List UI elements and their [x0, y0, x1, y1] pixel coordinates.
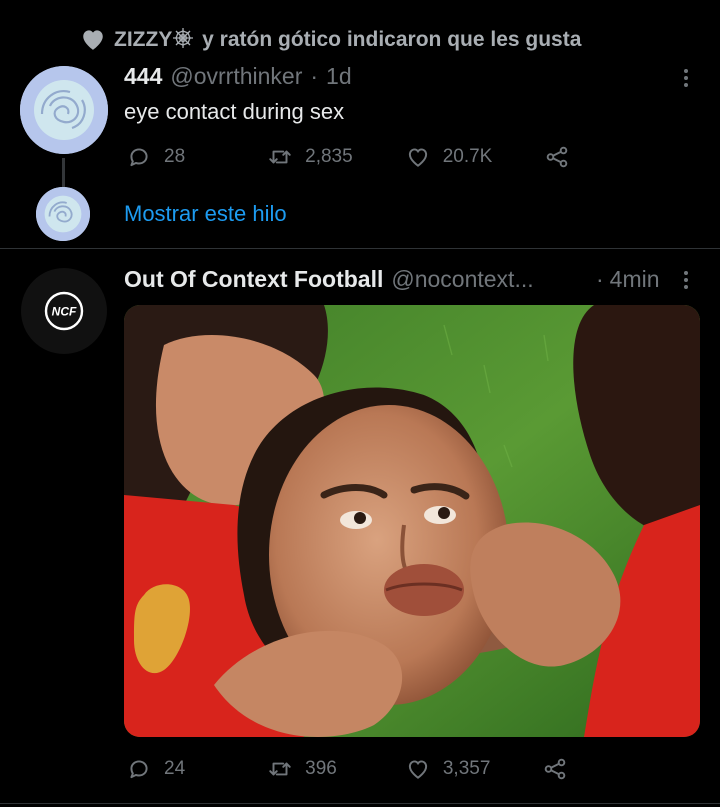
avatar[interactable]: NCF	[21, 268, 107, 354]
share-button[interactable]	[544, 144, 570, 170]
social-context: ZIZZY y ratón gótico indicaron que les g…	[80, 25, 581, 53]
spider-web-icon	[173, 27, 194, 48]
tweet-header: 444 @ovrrthinker · 1d	[124, 63, 352, 90]
retweet-icon	[269, 150, 291, 164]
timestamp[interactable]: 4min	[610, 266, 660, 293]
tweet-actions: 28 2,835 20.7K	[126, 144, 570, 170]
reply-icon	[130, 148, 148, 167]
like-count: 3,357	[442, 758, 491, 779]
like-button[interactable]: 3,357	[405, 756, 491, 782]
tweet-header: Out Of Context Football @nocontext...	[124, 266, 534, 293]
retweet-button[interactable]: 396	[267, 756, 337, 782]
tweet-media-image[interactable]	[124, 305, 700, 737]
retweet-button[interactable]: 2,835	[267, 144, 353, 170]
divider	[0, 803, 720, 804]
share-button[interactable]	[542, 756, 568, 782]
like-icon	[408, 760, 427, 779]
separator: ·	[596, 266, 604, 292]
social-context-text: y ratón gótico indicaron que les gusta	[202, 27, 582, 51]
like-button[interactable]: 20.7K	[405, 144, 493, 170]
display-name[interactable]: Out Of Context Football	[124, 266, 383, 293]
tweet-text: eye contact during sex	[124, 99, 345, 124]
handle[interactable]: @ovrrthinker	[170, 63, 302, 90]
handle[interactable]: @nocontext...	[391, 266, 533, 293]
avatar[interactable]	[20, 66, 108, 154]
retweet-count: 2,835	[305, 146, 353, 167]
display-name[interactable]: 444	[124, 63, 162, 90]
show-thread-link[interactable]: Mostrar este hilo	[124, 201, 287, 227]
tweet-actions: 24 396 3,357	[126, 756, 568, 782]
reply-icon	[130, 760, 148, 779]
like-icon	[408, 148, 427, 167]
separator: ·	[310, 63, 319, 89]
divider	[0, 248, 720, 249]
thread-line	[62, 158, 65, 187]
social-context-user[interactable]: ZIZZY	[114, 28, 172, 51]
heart-icon	[80, 27, 106, 51]
timestamp[interactable]: 1d	[326, 63, 352, 90]
svg-text:NCF: NCF	[52, 305, 77, 319]
tweet-time: · 4min	[596, 266, 660, 293]
more-options-icon[interactable]	[684, 268, 688, 292]
more-options-icon[interactable]	[684, 66, 688, 90]
reply-count: 28	[164, 146, 186, 167]
avatar-small[interactable]	[36, 187, 90, 241]
retweet-count: 396	[305, 758, 337, 779]
like-count: 20.7K	[442, 146, 493, 167]
share-icon	[545, 758, 566, 780]
ncf-logo-icon: NCF	[44, 291, 84, 331]
share-icon	[547, 146, 568, 168]
reply-button[interactable]: 24	[126, 756, 185, 782]
retweet-icon	[269, 762, 291, 776]
reply-button[interactable]: 28	[126, 144, 185, 170]
reply-count: 24	[164, 758, 186, 779]
